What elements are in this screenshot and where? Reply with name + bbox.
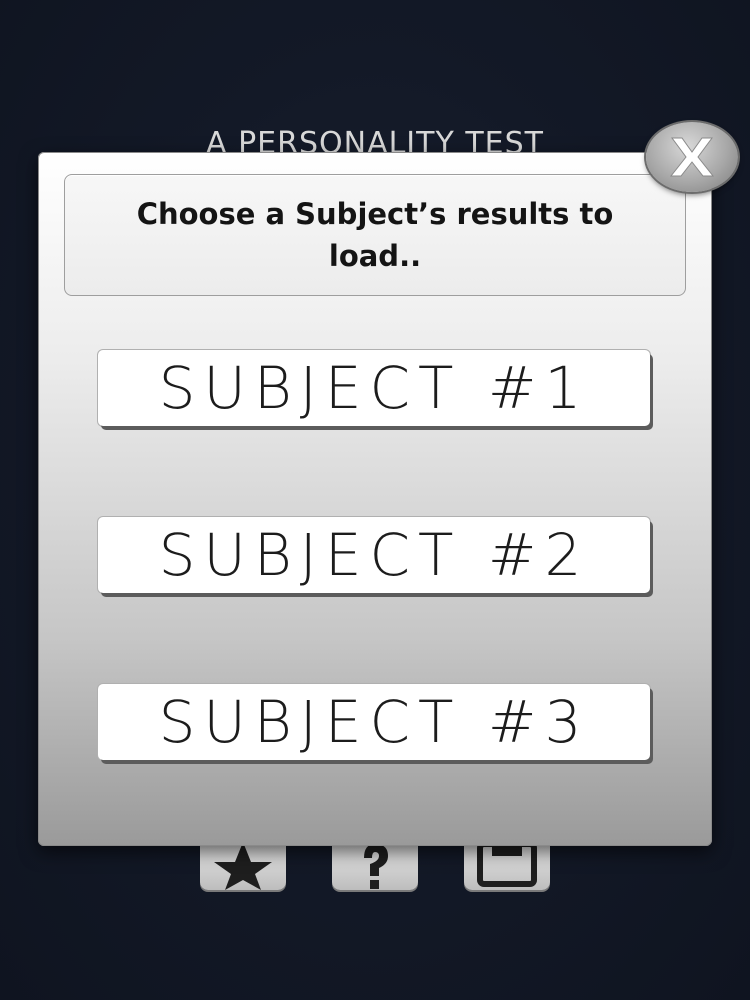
subject-3-button[interactable]: SUBJECT #3 [98, 684, 650, 760]
close-button[interactable] [646, 122, 738, 192]
dialog-prompt: Choose a Subject’s results to load.. [136, 197, 614, 273]
subject-3-label: SUBJECT #3 [158, 688, 590, 756]
close-icon [669, 137, 715, 177]
prompt-box: Choose a Subject’s results to load.. [64, 174, 686, 296]
subject-1-label: SUBJECT #1 [158, 354, 590, 422]
subject-2-button[interactable]: SUBJECT #2 [98, 517, 650, 593]
subject-1-button[interactable]: SUBJECT #1 [98, 350, 650, 426]
app-screen: A PERSONALITY TEST Choose a Subject’s re… [0, 0, 750, 1000]
subject-2-label: SUBJECT #2 [158, 521, 590, 589]
load-results-dialog: Choose a Subject’s results to load.. SUB… [38, 152, 712, 846]
